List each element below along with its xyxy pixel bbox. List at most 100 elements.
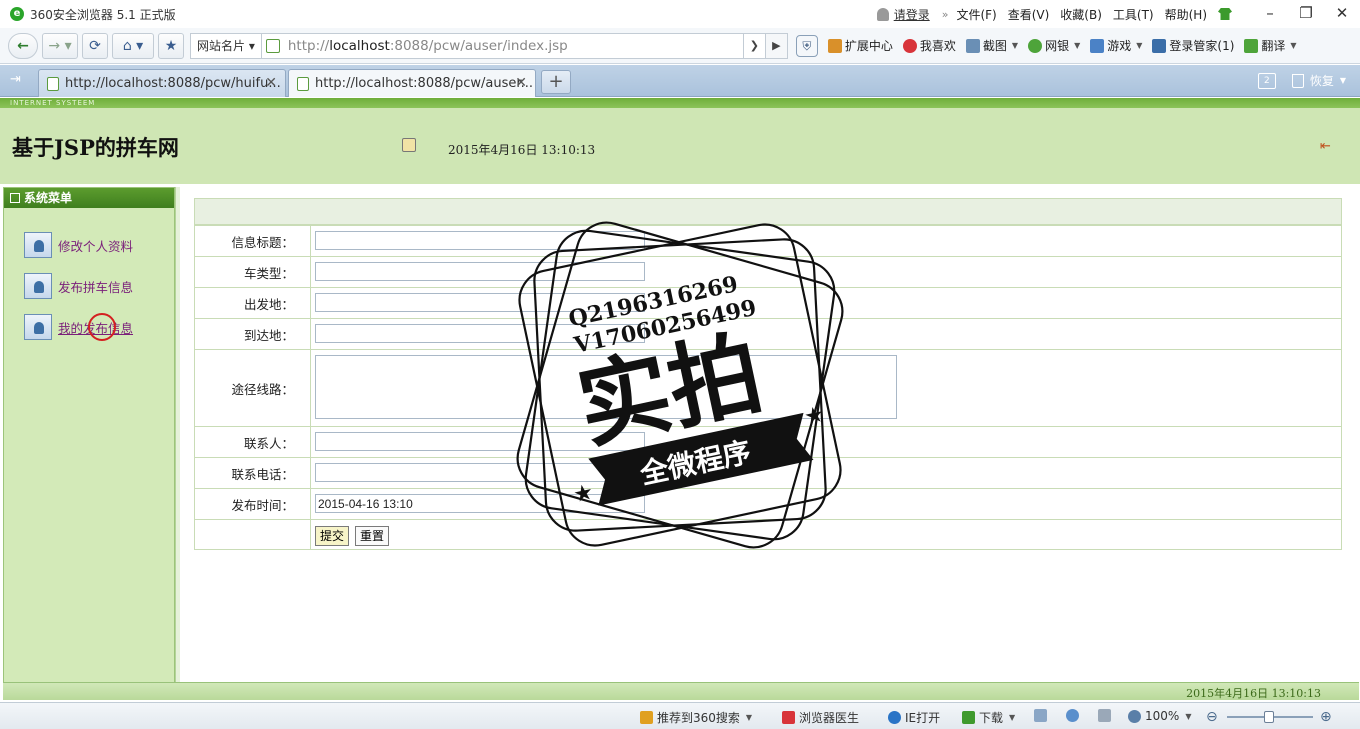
panel-splitter[interactable] (175, 187, 180, 685)
tab-bar: ⇥ http://localhost:8088/pcw/huifu... ✕ h… (0, 65, 1360, 97)
user-card-icon (24, 273, 52, 299)
close-tab-icon[interactable]: ✕ (515, 75, 527, 91)
menu-item-edit-profile[interactable]: 修改个人资料 (24, 232, 133, 258)
menu-file[interactable]: 文件(F) (956, 6, 996, 23)
reset-button[interactable]: 重置 (355, 526, 390, 546)
site-card-dropdown[interactable]: 网站名片 ▾ (190, 32, 262, 59)
menu-title: 系统菜单 (24, 191, 73, 205)
forward-button[interactable]: → ▾ (42, 32, 78, 59)
login-manager-button[interactable]: 登录管家(1) (1152, 37, 1234, 54)
skin-shirt-icon[interactable] (1218, 8, 1232, 20)
browser-doctor-button[interactable]: 浏览器医生 (782, 709, 859, 726)
form-row-publish-time: 发布时间： (195, 488, 1341, 519)
browser-titlebar: e 360安全浏览器 5.1 正式版 请登录 » 文件(F) 查看(V) 收藏(… (0, 0, 1360, 28)
site-header: 基于JSP的拼车网 2015年4月16日 13:10:13 ⇤ (0, 108, 1360, 184)
magnifier-icon (1128, 709, 1141, 723)
menu-favorites[interactable]: 收藏(B) (1060, 6, 1102, 23)
form-row-contact: 联系人： (195, 426, 1341, 457)
destination-input[interactable] (315, 324, 645, 343)
games-button[interactable]: 游戏 ▼ (1090, 37, 1142, 54)
route-textarea[interactable] (315, 355, 897, 419)
chevron-down-icon[interactable]: ▼ (1340, 76, 1346, 85)
menu-header: 系统菜单 (4, 188, 174, 208)
zoom-out-button[interactable]: ⊖ (1206, 709, 1218, 725)
new-tab-button[interactable]: + (541, 70, 571, 94)
key-icon (1152, 38, 1167, 53)
address-go-button[interactable]: ▶ (765, 32, 788, 59)
home-button[interactable]: ⌂ ▾ (112, 32, 154, 59)
footer-datetime: 2015年4月16日 13:10:13 (1186, 687, 1321, 700)
publish-time-label: 发布时间： (195, 489, 311, 519)
logout-icon[interactable]: ⇤ (1320, 139, 1331, 154)
recommend-360-search-button[interactable]: 推荐到360搜索 ▼ (640, 709, 752, 726)
address-dropdown-button[interactable]: ❯ (743, 32, 766, 59)
phone-label: 联系电话： (195, 458, 311, 488)
tab-label: http://localhost:8088/pcw/auser... (315, 76, 533, 91)
tab-huifu[interactable]: http://localhost:8088/pcw/huifu... ✕ (38, 69, 286, 97)
minimize-button[interactable]: – (1252, 0, 1288, 28)
click-highlight-ring (88, 313, 116, 341)
title-input[interactable] (315, 231, 645, 250)
banner-small-text: INTERNET SYSTEEM (10, 99, 96, 107)
submit-button[interactable]: 提交 (315, 526, 350, 546)
header-datetime: 2015年4月16日 13:10:13 (448, 143, 596, 157)
carpool-form: 信息标题： 车类型： 出发地： 到达地： 途径线路： 联系人： 联系电话： 发布… (194, 198, 1342, 550)
extension-cube-icon (827, 38, 842, 53)
close-tab-icon[interactable]: ✕ (265, 75, 277, 91)
extension-center-button[interactable]: 扩展中心 (827, 37, 893, 54)
favorite-star-button[interactable]: ★ (158, 32, 184, 59)
page-icon (297, 76, 309, 91)
close-window-button[interactable]: ✕ (1324, 0, 1360, 28)
translate-button[interactable]: 翻译 ▼ (1244, 37, 1297, 54)
menu-tools[interactable]: 工具(T) (1113, 6, 1154, 23)
car-type-label: 车类型： (195, 257, 311, 287)
page-footer: 2015年4月16日 13:10:13 (3, 682, 1359, 700)
tab-count-badge[interactable]: 2 (1257, 72, 1276, 89)
screenshot-button[interactable]: 截图 ▼ (965, 37, 1018, 54)
login-link[interactable]: 请登录 (894, 6, 930, 23)
form-row-origin: 出发地： (195, 287, 1341, 318)
refresh-button[interactable]: ⟳ (82, 32, 108, 59)
contact-input[interactable] (315, 432, 645, 451)
form-row-car-type: 车类型： (195, 256, 1341, 287)
form-row-route: 途径线路： (195, 349, 1341, 426)
menu-item-my-posts[interactable]: 我的发布信息 (24, 314, 133, 340)
restore-window-button[interactable]: ❐ (1288, 0, 1324, 28)
form-row-destination: 到达地： (195, 318, 1341, 349)
security-shield-icon[interactable]: ⛨ (795, 34, 818, 57)
origin-input[interactable] (315, 293, 645, 312)
translate-icon (1244, 38, 1259, 53)
menu-item-label: 修改个人资料 (58, 238, 134, 254)
address-bar[interactable]: http://localhost:8088/pcw/auser/index.js… (261, 32, 744, 59)
heart-icon (902, 38, 917, 53)
double-chevron-icon: » (941, 7, 949, 21)
speaker-icon[interactable] (1098, 709, 1115, 722)
ie-open-button[interactable]: IE打开 (888, 709, 940, 726)
like-button[interactable]: 我喜欢 (902, 37, 956, 54)
user-card-icon (24, 232, 52, 258)
restore-button[interactable]: 恢复 (1310, 72, 1334, 89)
window-icon[interactable] (1034, 709, 1051, 722)
user-icon (876, 7, 889, 21)
shield-status-icon[interactable] (1066, 709, 1083, 722)
zoom-control[interactable]: 100% ▼ (1128, 709, 1191, 723)
user-card-icon (24, 314, 52, 340)
phone-input[interactable] (315, 463, 645, 482)
publish-time-input[interactable] (315, 494, 645, 513)
top-stripe: INTERNET SYSTEEM (0, 98, 1360, 108)
car-type-input[interactable] (315, 262, 645, 281)
menu-item-publish-carpool[interactable]: 发布拼车信息 (24, 273, 133, 299)
tab-label: http://localhost:8088/pcw/huifu... (65, 76, 281, 91)
online-banking-button[interactable]: 网银 ▼ (1028, 37, 1080, 54)
browser-title: 360安全浏览器 5.1 正式版 (30, 7, 176, 22)
sidebar-toggle-icon[interactable]: ⇥ (10, 73, 26, 87)
tab-auser[interactable]: http://localhost:8088/pcw/auser... ✕ (288, 69, 536, 97)
menu-view[interactable]: 查看(V) (1008, 6, 1050, 23)
route-label: 途径线路： (195, 350, 311, 426)
download-button[interactable]: 下载 ▼ (962, 709, 1015, 726)
zoom-in-button[interactable]: ⊕ (1320, 709, 1332, 725)
back-button[interactable]: ← (8, 32, 38, 59)
menu-help[interactable]: 帮助(H) (1165, 6, 1207, 23)
zoom-slider-handle[interactable] (1264, 711, 1274, 723)
zoom-level: 100% (1145, 709, 1180, 723)
